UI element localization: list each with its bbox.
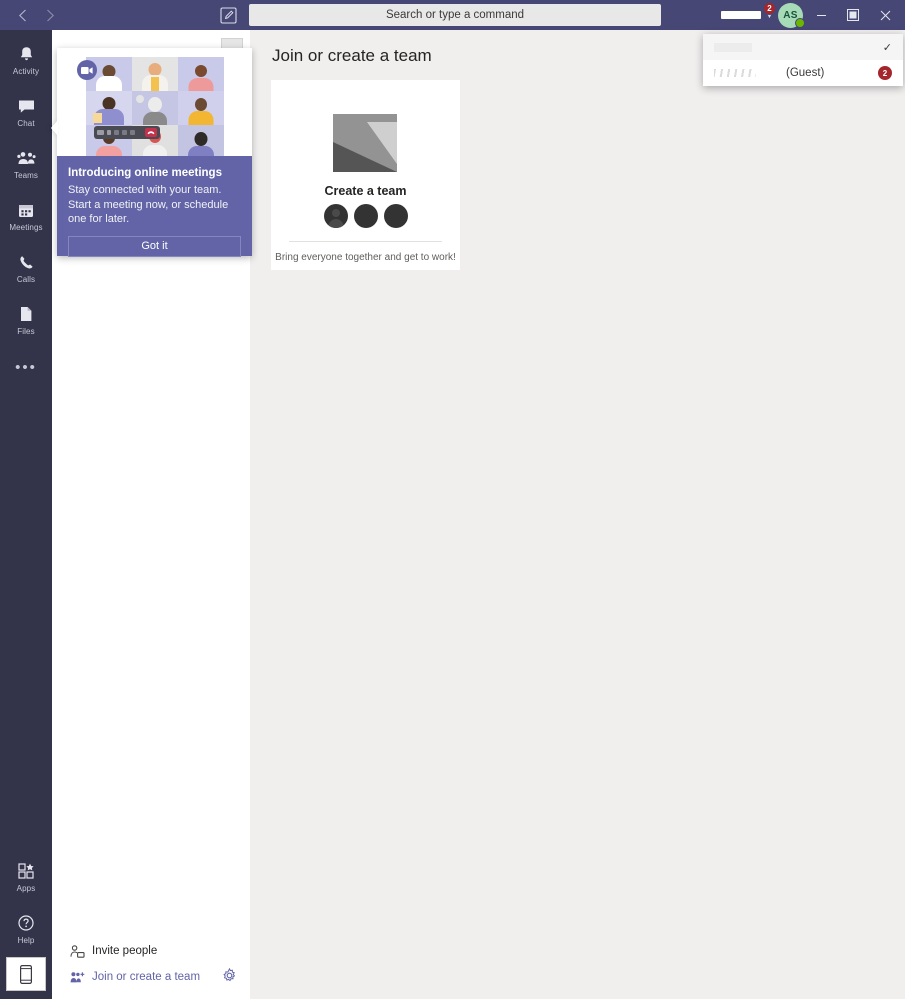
sidebar-item-apps[interactable]: Apps [0, 855, 52, 899]
mobile-device-icon[interactable] [6, 957, 46, 991]
illustration-tile [132, 57, 178, 91]
chat-toggle-icon [130, 130, 135, 135]
teaser-body: Introducing online meetings Stay connect… [57, 156, 252, 257]
more-icon [122, 130, 127, 135]
share-icon [114, 130, 119, 135]
sidebar-item-help[interactable]: Help [0, 907, 52, 951]
online-meetings-teaser: Introducing online meetings Stay connect… [57, 48, 252, 257]
sidebar-item-label: Meetings [9, 222, 43, 232]
maximize-button[interactable] [837, 0, 869, 30]
got-it-button[interactable]: Got it [68, 235, 241, 257]
bell-icon [19, 45, 34, 64]
avatar [323, 204, 348, 228]
join-or-create-team-label: Join or create a team [92, 971, 201, 983]
illustration-tile [86, 91, 132, 125]
window-controls [805, 0, 901, 30]
back-icon[interactable] [8, 1, 36, 29]
account-guest-label: (Guest) [786, 67, 825, 79]
avatar [383, 204, 408, 228]
teaser-pointer-arrow [51, 120, 58, 136]
sidebar-item-calls[interactable]: Calls [0, 246, 52, 290]
divider [289, 241, 442, 242]
sidebar-item-teams[interactable]: Teams [0, 142, 52, 186]
add-person-icon [70, 944, 90, 958]
illustration-tile [132, 91, 178, 125]
nav-buttons [8, 1, 64, 29]
sidebar-item-label: Files [17, 326, 35, 336]
create-team-avatars [271, 204, 460, 228]
meeting-control-bar [94, 126, 160, 139]
sidebar-more-label: ••• [15, 358, 37, 376]
invite-people-button[interactable]: Invite people [52, 938, 250, 964]
illustration-tile [178, 57, 224, 91]
sidebar-item-meetings[interactable]: Meetings [0, 194, 52, 238]
phone-icon [19, 253, 34, 272]
search-input[interactable]: Search or type a command [249, 4, 661, 26]
app-rail: Activity Chat Teams Meetings Calls Files… [0, 30, 52, 999]
account-dropdown-item-current[interactable]: ✓ [703, 34, 903, 60]
avatar [353, 204, 378, 228]
presence-available-icon [795, 18, 805, 28]
teaser-title: Introducing online meetings [68, 167, 222, 179]
check-icon: ✓ [882, 41, 892, 54]
account-org-name-redacted [714, 42, 752, 52]
chat-icon [18, 97, 35, 116]
create-team-card[interactable]: Create a team Bring everyone together an… [271, 80, 460, 270]
main-content: Join or create a team Create a team Brin… [250, 30, 905, 999]
account-guest-name-redacted [714, 69, 756, 77]
create-team-caption: Bring everyone together and get to work! [275, 252, 456, 263]
meeting-grid-illustration [86, 57, 224, 159]
sidebar-item-label: Calls [16, 274, 36, 284]
compose-icon[interactable] [218, 5, 238, 25]
account-notification-badge: 2 [763, 2, 776, 15]
sidebar-item-label: Chat [17, 118, 35, 128]
account-dropdown-item-guest[interactable]: (Guest) 2 [703, 60, 903, 86]
panel-footer: Invite people Join or create a team [52, 938, 250, 999]
account-dropdown: ✓ (Guest) 2 [703, 34, 903, 86]
sidebar-item-chat[interactable]: Chat [0, 90, 52, 134]
apps-icon [18, 862, 34, 881]
files-icon [19, 305, 33, 324]
teaser-description: Stay connected with your team. Start a m… [68, 184, 229, 226]
help-icon [18, 914, 34, 933]
sidebar-more-button[interactable]: ••• [0, 354, 52, 380]
gear-icon[interactable] [222, 968, 237, 983]
account-guest-badge: 2 [878, 66, 892, 80]
close-button[interactable] [869, 0, 901, 30]
account-name-redacted [721, 11, 761, 19]
sidebar-item-label: Teams [13, 170, 39, 180]
mic-toggle-icon [107, 130, 111, 135]
minimize-button[interactable] [805, 0, 837, 30]
invite-people-label: Invite people [92, 945, 158, 957]
image-placeholder-icon [333, 114, 397, 172]
illustration-tile [178, 125, 224, 159]
sidebar-item-files[interactable]: Files [0, 298, 52, 342]
illustration-tile [178, 91, 224, 125]
sidebar-item-label: Activity [12, 66, 40, 76]
teams-icon [16, 149, 36, 168]
forward-icon[interactable] [36, 1, 64, 29]
calendar-icon [18, 201, 34, 220]
title-bar: Search or type a command ▼ 2 AS [0, 0, 905, 30]
sidebar-item-label: Apps [16, 883, 36, 893]
hangup-icon [145, 128, 157, 137]
create-team-title: Create a team [324, 184, 407, 198]
video-camera-icon [77, 60, 97, 80]
page-title: Join or create a team [272, 46, 432, 65]
camera-toggle-icon [97, 130, 104, 135]
search-placeholder: Search or type a command [385, 9, 525, 21]
join-or-create-team-button[interactable]: Join or create a team [52, 964, 250, 990]
sidebar-item-label: Help [17, 935, 35, 945]
sidebar-item-activity[interactable]: Activity [0, 38, 52, 82]
people-add-icon [70, 971, 90, 984]
rail-bottom-group: Apps Help [0, 847, 52, 999]
